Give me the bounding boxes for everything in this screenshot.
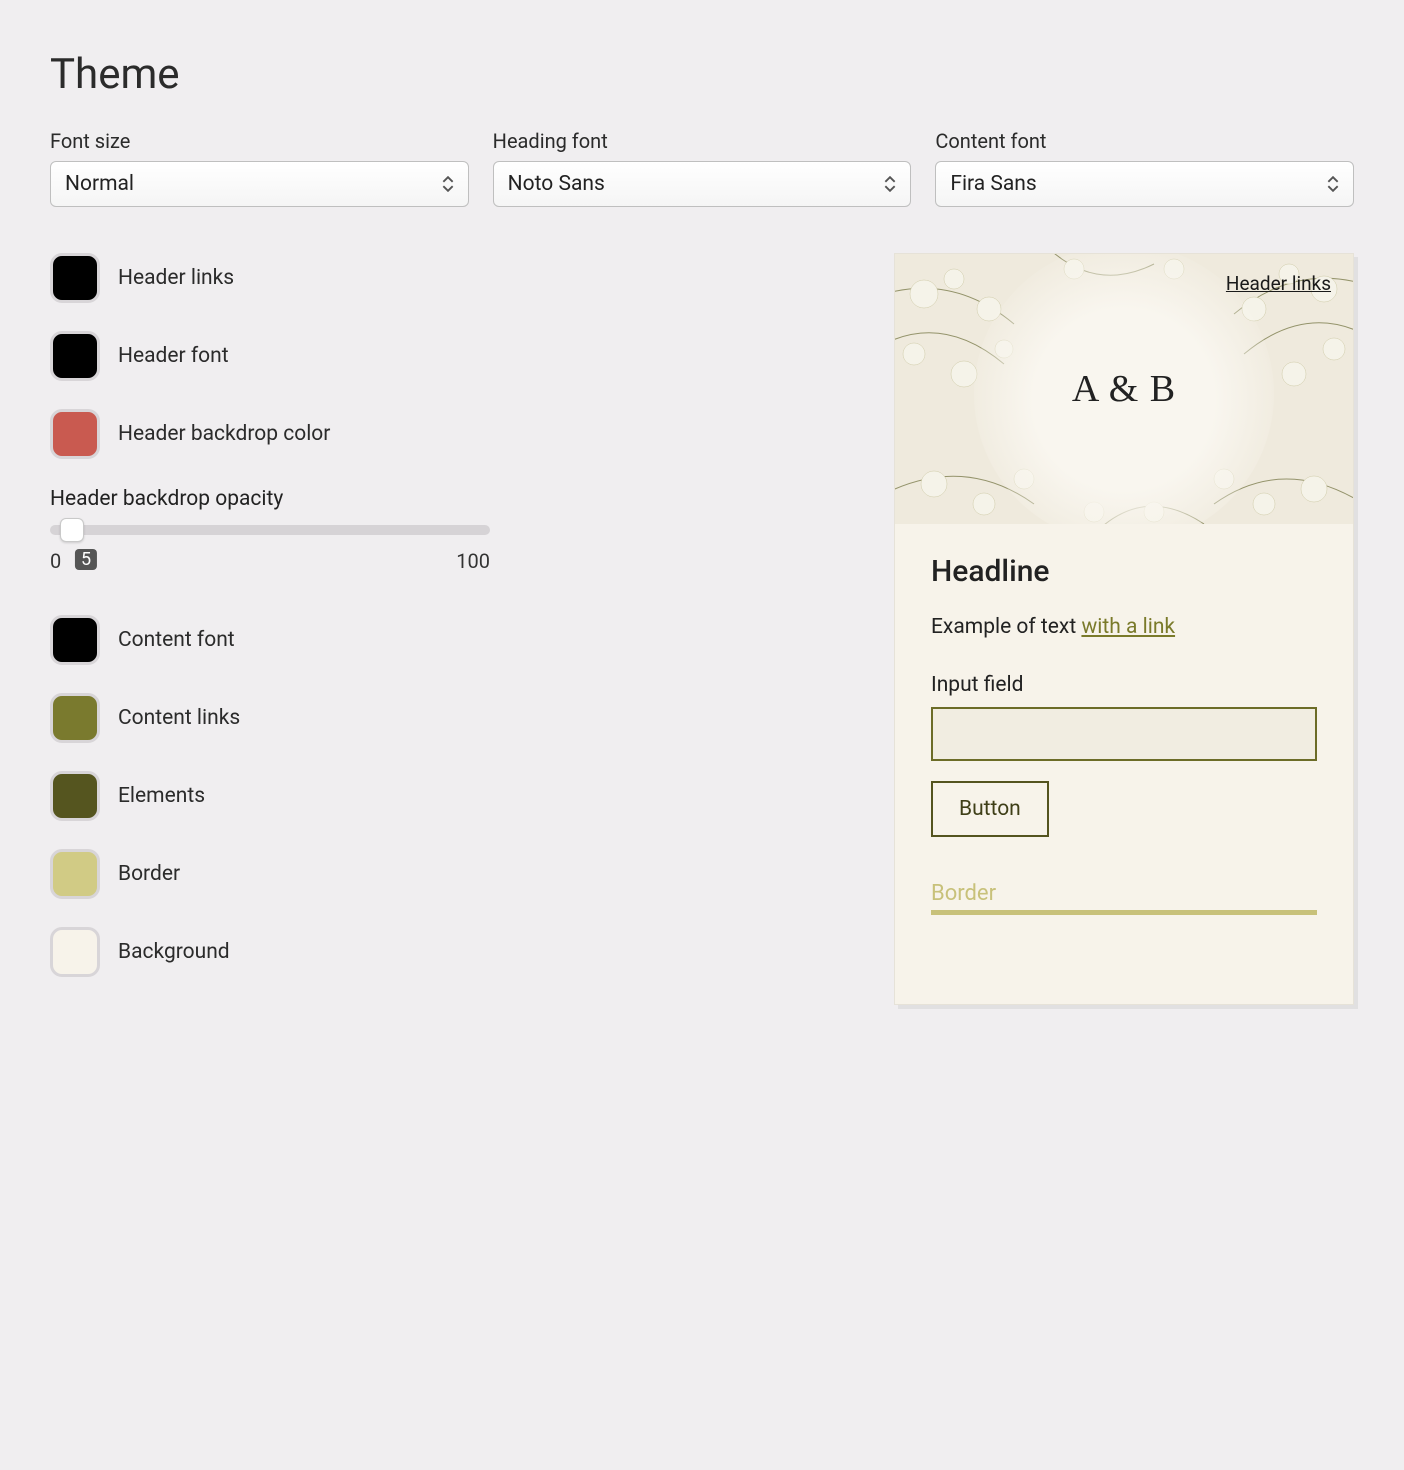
preview-header: Header links A & B — [895, 254, 1353, 524]
preview-body-text: Example of text with a link — [931, 615, 1317, 639]
swatches_top-row: Header links — [50, 253, 490, 303]
content-font-value: Fira Sans — [950, 172, 1036, 196]
opacity-slider-block: Header backdrop opacity 0 5 100 — [50, 487, 490, 577]
slider-value-badge: 5 — [75, 549, 97, 570]
swatches_bottom-row: Background — [50, 927, 490, 977]
content-font-field: Content font Fira Sans — [935, 129, 1354, 207]
swatches_top-row: Header backdrop color — [50, 409, 490, 459]
preview-input-field[interactable] — [931, 707, 1317, 761]
color-swatch[interactable] — [50, 253, 100, 303]
preview-header-title: A & B — [895, 254, 1353, 524]
preview-text-link[interactable]: with a link — [1081, 615, 1175, 639]
preview-input-label: Input field — [931, 673, 1317, 697]
preview-border-line — [931, 910, 1317, 915]
swatches_top-row: Header font — [50, 331, 490, 381]
swatch-label: Content font — [118, 628, 235, 652]
heading-font-field: Heading font Noto Sans — [493, 129, 912, 207]
chevron-updown-icon — [442, 175, 456, 193]
font-size-field: Font size Normal — [50, 129, 469, 207]
color-swatch[interactable] — [50, 615, 100, 665]
font-size-select[interactable]: Normal — [50, 161, 469, 207]
swatch-label: Header backdrop color — [118, 422, 330, 446]
color-swatch[interactable] — [50, 693, 100, 743]
preview-text-prefix: Example of text — [931, 615, 1081, 639]
preview-border-label: Border — [931, 881, 1317, 906]
swatch-label: Header links — [118, 266, 234, 290]
swatch-label: Border — [118, 862, 180, 886]
color-swatch[interactable] — [50, 409, 100, 459]
heading-font-select[interactable]: Noto Sans — [493, 161, 912, 207]
font-selects-row: Font size Normal Heading font Noto Sans … — [50, 129, 1354, 207]
page-title: Theme — [50, 50, 1354, 99]
swatches_bottom-row: Content font — [50, 615, 490, 665]
heading-font-label: Heading font — [493, 129, 912, 153]
font-size-value: Normal — [65, 172, 134, 196]
font-size-label: Font size — [50, 129, 469, 153]
swatch-label: Background — [118, 940, 230, 964]
chevron-updown-icon — [884, 175, 898, 193]
slider-thumb[interactable] — [60, 518, 84, 542]
theme-preview-card: Header links A & B Headline Example of t… — [894, 253, 1354, 1005]
opacity-slider-label: Header backdrop opacity — [50, 487, 490, 511]
heading-font-value: Noto Sans — [508, 172, 605, 196]
swatches_bottom-row: Elements — [50, 771, 490, 821]
preview-button[interactable]: Button — [931, 781, 1049, 837]
color-swatch[interactable] — [50, 331, 100, 381]
content-font-label: Content font — [935, 129, 1354, 153]
content-font-select[interactable]: Fira Sans — [935, 161, 1354, 207]
opacity-slider[interactable] — [50, 525, 490, 535]
swatches_bottom-row: Content links — [50, 693, 490, 743]
swatches_bottom-row: Border — [50, 849, 490, 899]
theme-controls-column: Header links Header font Header backdrop c… — [50, 253, 490, 1005]
color-swatch[interactable] — [50, 771, 100, 821]
chevron-updown-icon — [1327, 175, 1341, 193]
preview-body: Headline Example of text with a link Inp… — [895, 524, 1353, 965]
color-swatch[interactable] — [50, 849, 100, 899]
color-swatch[interactable] — [50, 927, 100, 977]
preview-headline: Headline — [931, 554, 1317, 589]
slider-max: 100 — [456, 549, 490, 573]
swatch-label: Content links — [118, 706, 240, 730]
swatch-label: Elements — [118, 784, 205, 808]
swatch-label: Header font — [118, 344, 229, 368]
slider-min: 0 — [50, 549, 61, 573]
